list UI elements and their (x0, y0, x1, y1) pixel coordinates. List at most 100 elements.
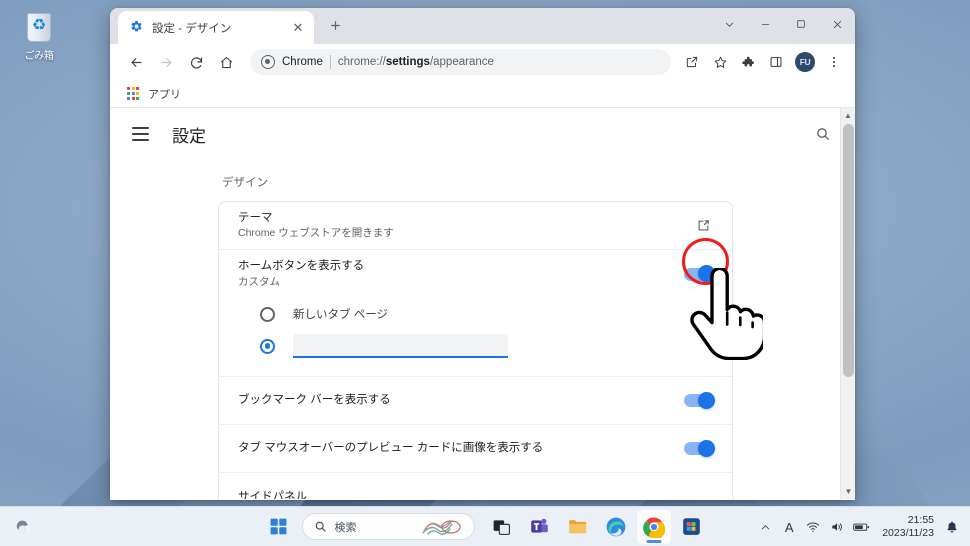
toggle-tab-preview-images[interactable] (684, 439, 715, 457)
clock-date: 2023/11/23 (882, 527, 934, 539)
taskbar-app-file-explorer[interactable] (561, 510, 595, 544)
clock-time: 21:55 (907, 514, 934, 526)
setting-title-tab-preview-images: タブ マウスオーバーのプレビュー カードに画像を表示する (238, 442, 544, 455)
scroll-up-icon[interactable]: ▲ (841, 108, 855, 123)
recycle-bin-label: ごみ箱 (24, 51, 54, 62)
search-icon (315, 521, 326, 532)
toggle-knob (698, 391, 715, 409)
scrollbar-thumb[interactable] (843, 124, 854, 377)
windows-taskbar: 検索 A 21:55 2023/11/23 (0, 506, 970, 546)
radio-row-custom-url[interactable] (219, 330, 732, 362)
battery-icon[interactable] (850, 509, 872, 545)
puzzle-icon[interactable] (735, 49, 761, 75)
row-texts: ブックマーク バーを表示する (238, 392, 684, 409)
teams-icon (531, 518, 548, 533)
setting-row-tab-preview-images[interactable]: タブ マウスオーバーのプレビュー カードに画像を表示する (219, 425, 732, 473)
radio-label-new-tab-page: 新しいタブ ページ (293, 309, 388, 321)
setting-row-show-home-button[interactable]: ホームボタンを表示する カスタム (219, 250, 732, 298)
chrome-product-icon (261, 55, 275, 69)
bookmark-item-apps[interactable]: アプリ (148, 86, 181, 102)
new-tab-button[interactable] (324, 16, 346, 38)
omnibox-scheme-label: Chrome (282, 56, 323, 68)
radio-custom-url[interactable] (260, 338, 275, 354)
search-decoration-art (421, 519, 461, 535)
star-icon[interactable] (707, 49, 733, 75)
share-icon[interactable] (679, 49, 705, 75)
setting-row-show-bookmarks-bar[interactable]: ブックマーク バーを表示する (219, 377, 732, 425)
recycle-bin-icon: ♻ (22, 10, 56, 44)
toggle-show-bookmarks-bar[interactable] (684, 391, 715, 409)
chevron-up-icon[interactable] (754, 509, 776, 545)
window-controls (711, 8, 855, 40)
setting-title-show-home-button: ホームボタンを表示する (238, 260, 365, 273)
taskbar-clock[interactable]: 21:55 2023/11/23 (874, 514, 940, 540)
wifi-icon[interactable] (802, 509, 824, 545)
avatar[interactable]: FU (795, 52, 815, 72)
open-in-new-icon[interactable] (692, 215, 714, 237)
url-suffix: /appearance (429, 56, 494, 68)
tab-search-chevron-down-icon[interactable] (711, 9, 747, 39)
setting-subtitle-theme: Chrome ウェブストアを開きます (238, 227, 394, 240)
address-bar[interactable]: Chrome chrome://settings/appearance (250, 49, 671, 75)
minimize-icon[interactable] (747, 9, 783, 39)
omnibox-url: chrome://settings/appearance (338, 56, 494, 68)
home-url-input[interactable] (293, 334, 508, 358)
search-icon[interactable] (811, 122, 835, 146)
tab-settings-appearance[interactable]: 設定 - デザイン ✕ (118, 11, 314, 44)
forward-arrow-icon (152, 48, 180, 76)
row-texts: テーマ Chrome ウェブストアを開きます (238, 210, 692, 242)
bell-icon[interactable] (942, 509, 962, 545)
ime-mode-indicator[interactable]: A (778, 509, 800, 545)
home-page-radio-group: 新しいタブ ページ (219, 298, 732, 376)
section-heading-appearance: デザイン (222, 177, 268, 189)
edge-icon (606, 517, 625, 536)
appearance-settings-card: テーマ Chrome ウェブストアを開きます ホームボタンを表示する カスタム … (218, 201, 733, 499)
page-title: 設定 (172, 126, 206, 146)
close-icon[interactable]: ✕ (290, 20, 306, 36)
setting-group-home-button: ホームボタンを表示する カスタム 新しいタブ ページ (219, 250, 732, 377)
side-panel-icon[interactable] (763, 49, 789, 75)
close-icon[interactable] (819, 9, 855, 39)
setting-title-show-bookmarks-bar: ブックマーク バーを表示する (238, 394, 391, 407)
reload-icon[interactable] (182, 48, 210, 76)
toggle-show-home-button[interactable] (684, 265, 715, 282)
start-button[interactable] (262, 510, 296, 544)
toggle-knob (698, 439, 715, 457)
task-view-icon (493, 520, 510, 535)
radio-new-tab-page[interactable] (260, 306, 275, 322)
back-arrow-icon[interactable] (122, 48, 150, 76)
file-explorer-icon (569, 520, 587, 534)
taskbar-app-microsoft-store[interactable] (675, 510, 709, 544)
setting-title-theme: テーマ (238, 211, 273, 224)
maximize-icon[interactable] (783, 9, 819, 39)
taskbar-app-edge[interactable] (599, 510, 633, 544)
home-icon[interactable] (212, 48, 240, 76)
desktop-icon-recycle-bin[interactable]: ♻ ごみ箱 (8, 10, 70, 62)
hamburger-menu-icon[interactable] (132, 122, 156, 146)
apps-grid-icon[interactable] (127, 87, 141, 101)
settings-scrollbar[interactable]: ▲ ▼ (840, 108, 855, 499)
three-dot-menu-icon[interactable] (821, 49, 847, 75)
chrome-browser-window: 設定 - デザイン ✕ Chrome chrome://settings/app… (110, 8, 855, 500)
microsoft-store-icon (683, 518, 700, 535)
setting-subtitle-show-home-button: カスタム (238, 275, 280, 288)
tab-title: 設定 - デザイン (152, 22, 232, 35)
radio-row-new-tab-page[interactable]: 新しいタブ ページ (219, 298, 732, 330)
bookmarks-bar: アプリ (110, 80, 855, 108)
browser-toolbar: Chrome chrome://settings/appearance FU (110, 44, 855, 80)
taskbar-search-box[interactable]: 検索 (301, 513, 475, 540)
scroll-down-icon[interactable]: ▼ (841, 484, 855, 499)
omnibox-separator (329, 55, 331, 69)
settings-header: 設定 (110, 108, 855, 160)
toggle-knob (698, 265, 715, 282)
system-tray: A 21:55 2023/11/23 (754, 507, 962, 546)
setting-row-theme[interactable]: テーマ Chrome ウェブストアを開きます (219, 202, 732, 250)
volume-icon[interactable] (826, 509, 848, 545)
taskbar-app-task-view[interactable] (485, 510, 519, 544)
settings-gear-icon (129, 20, 144, 35)
row-texts: タブ マウスオーバーのプレビュー カードに画像を表示する (238, 440, 684, 457)
subsection-title-side-panel: サイドパネル (238, 491, 307, 499)
settings-content: デザイン テーマ Chrome ウェブストアを開きます ホームボタンを表示する … (110, 160, 855, 499)
taskbar-app-teams[interactable] (523, 510, 557, 544)
taskbar-app-chrome[interactable] (636, 509, 671, 544)
